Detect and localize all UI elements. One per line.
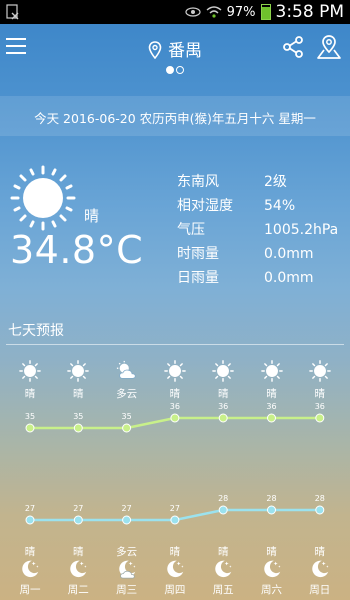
detail-row: 气压 1005.2hPa [177,219,338,243]
high-temp-point [218,413,228,423]
day-condition: 晴 [314,388,326,400]
location-pin-icon [148,41,162,60]
sun-icon [247,360,297,385]
forecast-title: 七天预报 [8,323,64,339]
wifi-icon [206,6,222,18]
low-temp-point [218,505,228,515]
eye-icon [184,7,201,17]
low-temp-point [315,505,325,515]
high-temp-label: 36 [315,402,325,411]
low-temp-point [25,515,35,525]
divider [6,344,344,345]
battery-icon [260,4,271,20]
weather-details: 东南风 2级 相对湿度 54% 气压 1005.2hPa 时雨量 0.0mm 日雨量 0.… [177,171,338,291]
detail-label: 东南风 [177,174,219,190]
temperature-chart: 35 35 35 36 36 36 36 27 27 27 27 28 28 28 [25,402,325,525]
detail-value: 54% [264,198,296,214]
current-condition: 晴 [84,207,100,225]
page-dot [166,66,174,74]
page-dot [176,66,184,74]
low-temp-point [267,505,276,515]
map-button[interactable] [316,34,342,64]
clock: 3:58 PM [275,2,345,22]
day-condition: 晴 [169,388,181,400]
share-button[interactable] [282,36,304,62]
detail-row: 相对湿度 54% [177,195,338,219]
high-temp-label: 36 [266,402,276,411]
notification-icon [6,4,19,20]
high-temp-point [73,423,83,433]
day-condition: 多云 [116,388,138,400]
sun-icon [295,360,345,385]
high-temp-label: 36 [218,402,228,411]
detail-row: 时雨量 0.0mm [177,243,338,267]
low-temp-label: 27 [170,504,180,513]
map-pin-icon [317,35,341,59]
sun-icon [53,360,103,385]
sun-icon [10,165,76,231]
high-temp-label: 35 [25,412,35,421]
detail-value: 2级 [264,174,287,190]
high-temp-label: 35 [122,412,132,421]
current-temperature: 34.8°C [10,228,144,272]
detail-value: 0.0mm [264,246,314,262]
date-line: 今天 2016-06-20 农历丙申(猴)年五月十六 星期一 [34,111,316,126]
day-condition: 晴 [24,388,36,400]
city-name: 番禺 [168,41,202,61]
detail-value: 0.0mm [264,270,314,286]
low-temp-point [73,515,83,525]
detail-label: 相对湿度 [177,198,233,214]
high-temp-point [315,413,325,423]
low-temp-label: 28 [315,494,325,503]
high-temp-point [122,423,132,433]
detail-label: 时雨量 [177,246,219,262]
high-temp-label: 36 [170,402,180,411]
detail-label: 气压 [177,222,205,238]
status-bar: 97% 3:58 PM [0,0,350,24]
low-temp-label: 27 [25,504,35,513]
low-temp-point [122,515,132,525]
battery-percent: 97% [226,4,256,20]
day-condition: 晴 [217,388,229,400]
detail-label: 日雨量 [177,270,219,286]
sun-icon [198,360,248,385]
day-condition: 晴 [266,388,277,400]
high-temp-point [25,423,35,433]
low-temp-point [170,515,180,525]
detail-value: 1005.2hPa [264,222,339,238]
cloud-sun-icon [102,360,152,385]
sun-icon [150,360,200,385]
low-temp-label: 28 [218,494,228,503]
low-temp-label: 27 [73,504,83,513]
low-temp-label: 28 [266,494,276,503]
low-temp-label: 27 [122,504,132,513]
high-temp-point [267,413,276,423]
day-condition: 晴 [73,388,84,400]
app-header: 番禺 [0,24,350,74]
sun-icon [5,360,55,385]
detail-row: 日雨量 0.0mm [177,267,338,291]
share-icon [283,36,303,58]
detail-row: 东南风 2级 [177,171,338,195]
high-temp-point [170,413,180,423]
high-temp-label: 35 [73,412,83,421]
